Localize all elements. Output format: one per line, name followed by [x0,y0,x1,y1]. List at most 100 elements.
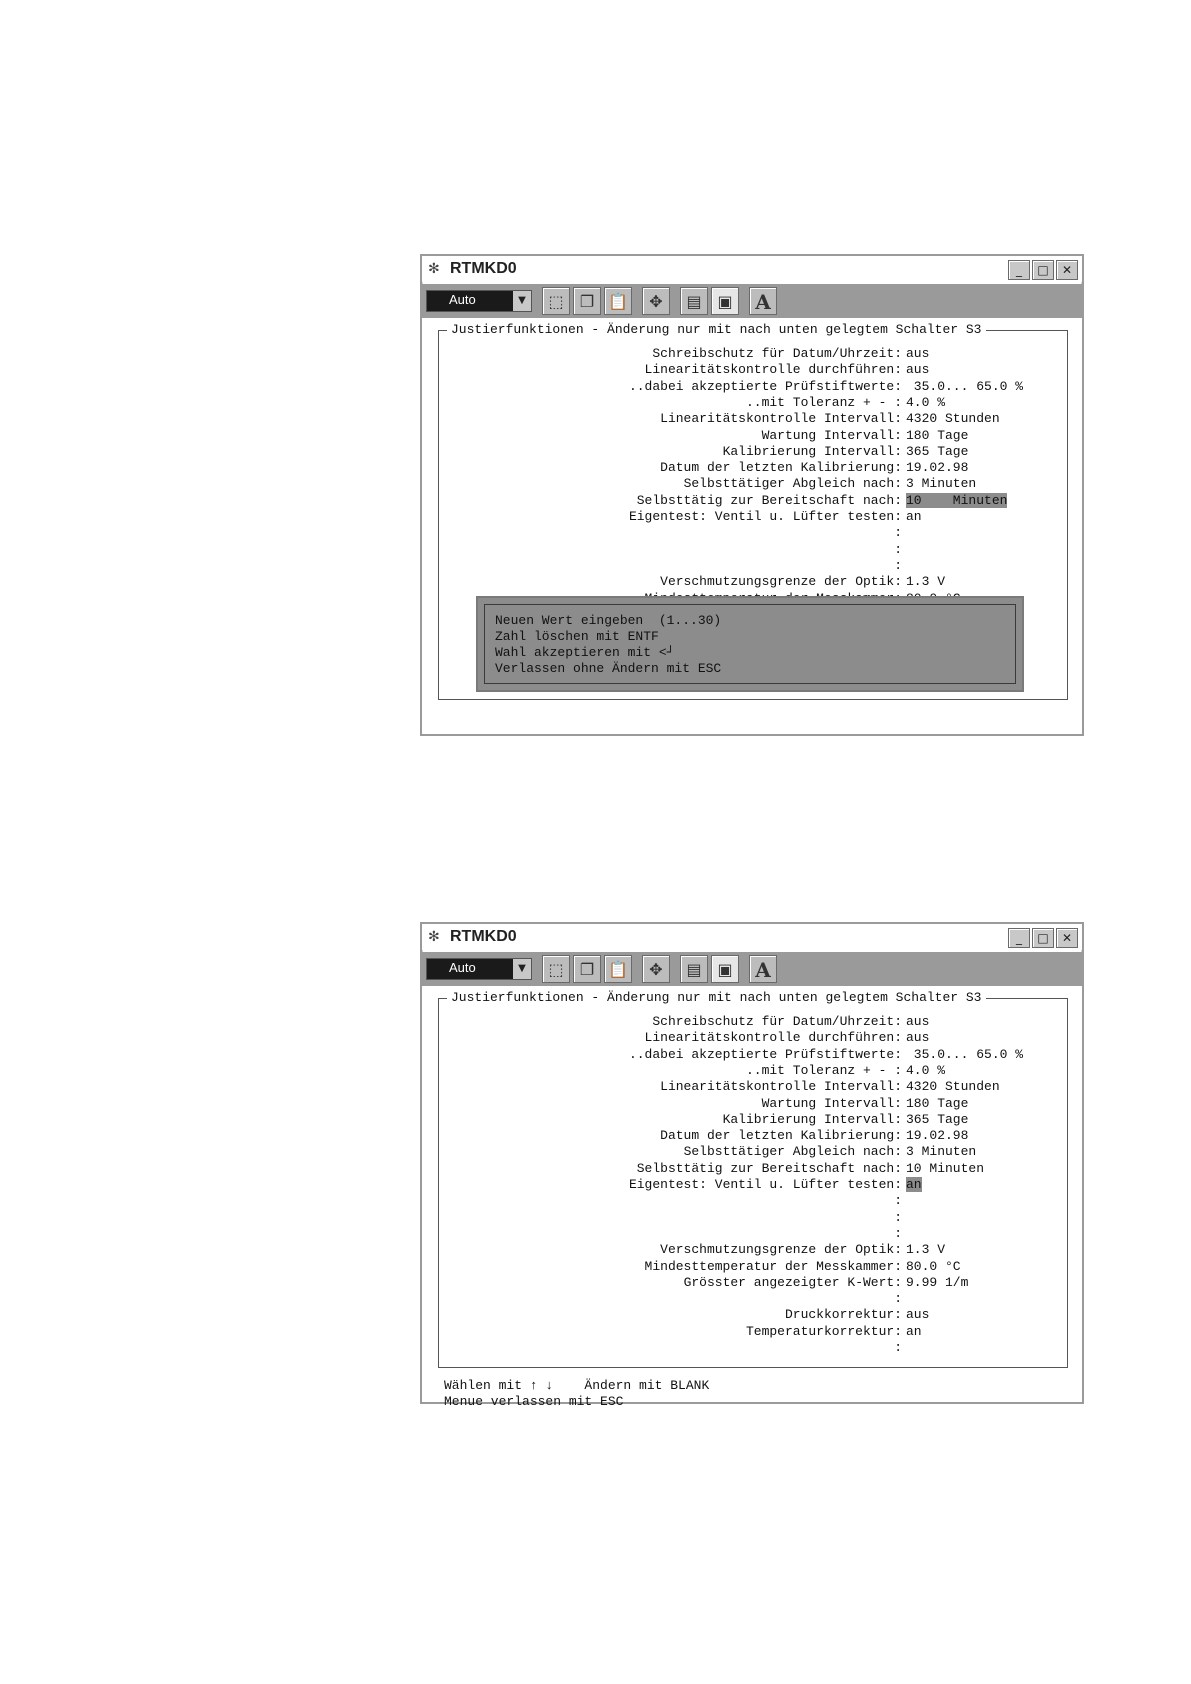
setting-row[interactable]: Datum der letzten Kalibrierung: 19.02.98 [422,460,1082,476]
paste-icon[interactable]: 📋 [604,955,632,983]
setting-value[interactable]: 3 Minuten [906,476,976,491]
setting-row[interactable]: Temperaturkorrektur: an [422,1324,1082,1340]
toolbar: Auto ▼ ⬚ ❐ 📋 ✥ ▤ ▣ A [422,284,1082,318]
setting-row[interactable]: Wartung Intervall: 180 Tage [422,428,1082,444]
setting-row[interactable]: Linearitätskontrolle Intervall: 4320 Stun… [422,411,1082,427]
setting-value[interactable]: aus [906,362,929,377]
setting-row[interactable]: : [422,1340,1082,1356]
selected-setting-value[interactable]: an [906,1177,922,1192]
setting-row[interactable]: : [422,542,1082,558]
setting-value[interactable]: 4.0 % [906,1063,945,1078]
setting-row[interactable]: Selbsttätiger Abgleich nach: 3 Minuten [422,476,1082,492]
setting-row[interactable]: : [422,558,1082,574]
chevron-down-icon[interactable]: ▼ [513,959,531,979]
title-bar[interactable]: ✻ RTMKD0 _ □ ✕ [422,256,1082,282]
setting-value[interactable]: 35.0... 65.0 % [906,1047,1023,1062]
font-size-select[interactable]: Auto ▼ [426,958,532,980]
background-icon[interactable]: ▣ [711,287,739,315]
clipboard-icon[interactable]: ▤ [680,287,708,315]
maximize-button[interactable]: □ [1032,260,1054,280]
close-button[interactable]: ✕ [1056,260,1078,280]
setting-row[interactable]: Selbsttätiger Abgleich nach: 3 Minuten [422,1144,1082,1160]
setting-row[interactable]: Grösster angezeigter K-Wert: 9.99 1/m [422,1275,1082,1291]
copy-icon[interactable]: ❐ [573,955,601,983]
setting-row[interactable]: ..mit Toleranz + - : 4.0 % [422,1063,1082,1079]
setting-value[interactable]: 4320 Stunden [906,411,1000,426]
title-bar[interactable]: ✻ RTMKD0 _ □ ✕ [422,924,1082,950]
setting-row[interactable]: Linearitätskontrolle durchführen: aus [422,1030,1082,1046]
setting-value[interactable]: an [906,1324,922,1339]
select-icon[interactable]: ⬚ [542,955,570,983]
setting-value[interactable]: aus [906,346,929,361]
setting-value[interactable]: 19.02.98 [906,1128,968,1143]
setting-row[interactable]: : [422,1291,1082,1307]
setting-value[interactable]: 19.02.98 [906,460,968,475]
setting-row[interactable]: ..dabei akzeptierte Prüfstiftwerte: 35.0… [422,379,1082,395]
setting-row[interactable]: Druckkorrektur: aus [422,1307,1082,1323]
setting-row[interactable]: Selbsttätig zur Bereitschaft nach: 10 Min… [422,1161,1082,1177]
setting-value[interactable]: 365 Tage [906,1112,968,1127]
setting-label: ..mit Toleranz + - : [745,1062,902,1078]
setting-row[interactable]: Kalibrierung Intervall: 365 Tage [422,1112,1082,1128]
setting-label: Schreibschutz für Datum/Uhrzeit: [652,1014,902,1029]
clipboard-icon[interactable]: ▤ [680,955,708,983]
status-line: Menue verlassen mit ESC [444,1394,624,1409]
setting-value[interactable]: 180 Tage [906,428,968,443]
setting-value[interactable]: an [906,509,922,524]
setting-row[interactable]: Eigentest: Ventil u. Lüfter testen: an [422,1177,1082,1193]
setting-row[interactable]: Schreibschutz für Datum/Uhrzeit: aus [422,1014,1082,1030]
setting-label: : [894,1340,902,1355]
setting-value[interactable]: aus [906,1307,929,1322]
setting-label: Selbsttätiger Abgleich nach: [683,476,902,492]
fullscreen-icon[interactable]: ✥ [642,287,670,315]
setting-value[interactable]: 4320 Stunden [906,1079,1000,1094]
setting-value[interactable]: 180 Tage [906,1096,968,1111]
setting-value[interactable]: 35.0... 65.0 % [906,379,1023,394]
setting-row[interactable]: Eigentest: Ventil u. Lüfter testen: an [422,509,1082,525]
font-icon[interactable]: A [749,287,777,315]
setting-value[interactable]: 1.3 V [906,1242,945,1257]
setting-row[interactable]: Verschmutzungsgrenze der Optik: 1.3 V [422,574,1082,590]
setting-row[interactable]: : [422,1193,1082,1209]
paste-icon[interactable]: 📋 [604,287,632,315]
setting-value[interactable]: aus [906,1014,929,1029]
setting-value[interactable]: aus [906,1030,929,1045]
setting-row[interactable]: Verschmutzungsgrenze der Optik: 1.3 V [422,1242,1082,1258]
setting-value[interactable]: 80.0 °C [906,1259,961,1274]
setting-value[interactable]: 4.0 % [906,395,945,410]
setting-row[interactable]: Selbsttätig zur Bereitschaft nach: 10 Min… [422,492,1082,509]
background-icon[interactable]: ▣ [711,955,739,983]
setting-row[interactable]: : [422,525,1082,541]
minimize-button[interactable]: _ [1008,928,1030,948]
setting-label: Temperaturkorrektur: [745,1323,902,1339]
select-icon[interactable]: ⬚ [542,287,570,315]
setting-row[interactable]: Datum der letzten Kalibrierung: 19.02.98 [422,1128,1082,1144]
setting-label: : [894,541,902,557]
setting-label: Druckkorrektur: [784,1307,902,1323]
setting-label: Linearitätskontrolle Intervall: [660,411,902,427]
setting-value[interactable]: 9.99 1/m [906,1275,968,1290]
chevron-down-icon[interactable]: ▼ [513,291,531,311]
setting-value[interactable]: 365 Tage [906,444,968,459]
setting-row[interactable]: Linearitätskontrolle Intervall: 4320 Stun… [422,1079,1082,1095]
setting-row[interactable]: Linearitätskontrolle durchführen: aus [422,362,1082,378]
setting-row[interactable]: ..dabei akzeptierte Prüfstiftwerte: 35.0… [422,1047,1082,1063]
maximize-button[interactable]: □ [1032,928,1054,948]
close-button[interactable]: ✕ [1056,928,1078,948]
setting-value[interactable]: 1.3 V [906,574,945,589]
setting-row[interactable]: Kalibrierung Intervall: 365 Tage [422,444,1082,460]
font-size-select[interactable]: Auto ▼ [426,290,532,312]
setting-row[interactable]: Schreibschutz für Datum/Uhrzeit: aus [422,346,1082,362]
fullscreen-icon[interactable]: ✥ [642,955,670,983]
minimize-button[interactable]: _ [1008,260,1030,280]
setting-value[interactable]: 3 Minuten [906,1144,976,1159]
setting-row[interactable]: Mindesttemperatur der Messkammer: 80.0 °C [422,1259,1082,1275]
setting-row[interactable]: : [422,1226,1082,1242]
font-icon[interactable]: A [749,955,777,983]
setting-row[interactable]: Wartung Intervall: 180 Tage [422,1096,1082,1112]
selected-setting-value[interactable]: 10 Minuten [906,492,1008,508]
setting-row[interactable]: : [422,1210,1082,1226]
setting-value[interactable]: 10 Minuten [906,1161,984,1176]
setting-row[interactable]: ..mit Toleranz + - : 4.0 % [422,395,1082,411]
copy-icon[interactable]: ❐ [573,287,601,315]
